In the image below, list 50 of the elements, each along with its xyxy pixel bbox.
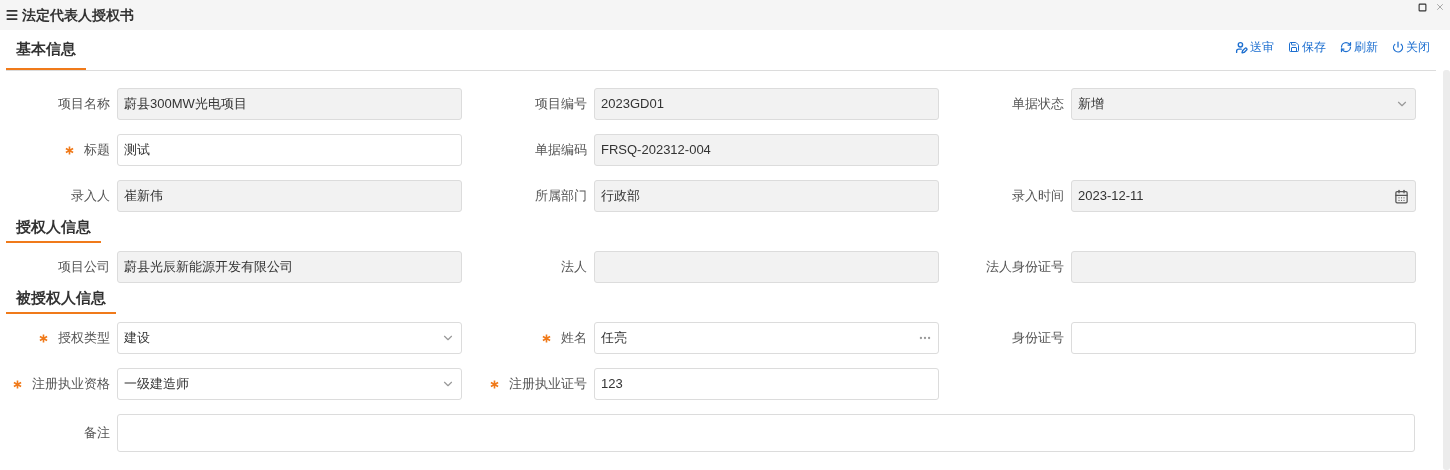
- section-title: 基本信息: [6, 37, 86, 70]
- section-title: 被授权人信息: [6, 286, 116, 314]
- menu-icon[interactable]: [5, 8, 19, 22]
- field-label: 录入人: [71, 187, 110, 206]
- input-field[interactable]: 崔新伟: [117, 180, 462, 212]
- field-label: 注册执业证号: [509, 375, 587, 394]
- text-area[interactable]: [117, 414, 1415, 452]
- field-label: 项目编号: [535, 95, 587, 114]
- maximize-icon[interactable]: [1418, 2, 1427, 12]
- field-label: 授权类型: [58, 329, 110, 348]
- field-label: 标题: [84, 141, 110, 160]
- input-field[interactable]: 测试: [117, 134, 462, 166]
- input-field[interactable]: 蔚县光辰新能源开发有限公司: [117, 251, 462, 283]
- input-field[interactable]: [594, 251, 939, 283]
- toolbar-button[interactable]: 保存: [1288, 38, 1326, 56]
- user-pen-icon: [1235, 40, 1248, 54]
- date-field[interactable]: 2023-12-11: [1071, 180, 1416, 212]
- input-field[interactable]: [1071, 322, 1416, 354]
- field-label: 姓名: [561, 329, 587, 348]
- select-field[interactable]: 建设: [117, 322, 462, 354]
- select-field[interactable]: 一级建造师: [117, 368, 462, 400]
- field-label: 注册执业资格: [32, 375, 110, 394]
- toolbar-button[interactable]: 送审: [1235, 38, 1274, 56]
- field-label: 身份证号: [1012, 329, 1064, 348]
- window-title: 法定代表人授权书: [22, 5, 134, 25]
- input-field[interactable]: FRSQ-202312-004: [594, 134, 939, 166]
- field-label: 项目名称: [58, 95, 110, 114]
- field-label: 单据状态: [1012, 95, 1064, 114]
- field-label: 所属部门: [535, 187, 587, 206]
- section-title: 授权人信息: [6, 215, 101, 243]
- input-field[interactable]: 蔚县300MW光电项目: [117, 88, 462, 120]
- power-icon: [1392, 41, 1404, 53]
- toolbar-button[interactable]: 刷新: [1340, 38, 1378, 56]
- select-field[interactable]: 新增: [1071, 88, 1416, 120]
- lookup-field[interactable]: 任亮: [594, 322, 939, 354]
- refresh-icon: [1340, 41, 1352, 53]
- field-label: 录入时间: [1012, 187, 1064, 206]
- field-label: 法人身份证号: [986, 258, 1064, 277]
- input-field[interactable]: [1071, 251, 1416, 283]
- close-icon[interactable]: [1435, 2, 1445, 12]
- field-label: 单据编码: [535, 141, 587, 160]
- input-field[interactable]: 2023GD01: [594, 88, 939, 120]
- input-field[interactable]: 123: [594, 368, 939, 400]
- save-icon: [1288, 41, 1300, 53]
- calendar-icon: [1394, 188, 1409, 204]
- toolbar-button[interactable]: 关闭: [1392, 38, 1430, 56]
- input-field[interactable]: 行政部: [594, 180, 939, 212]
- field-label: 项目公司: [58, 258, 110, 277]
- field-label: 备注: [84, 424, 110, 443]
- field-label: 法人: [561, 258, 587, 277]
